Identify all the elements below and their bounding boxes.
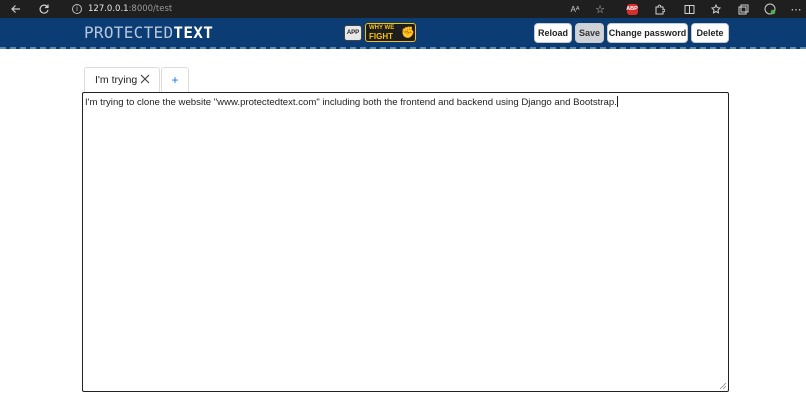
fist-icon: ✊ bbox=[401, 27, 415, 39]
tab-label: I'm trying bbox=[95, 74, 138, 86]
resize-grip-icon[interactable] bbox=[719, 382, 727, 390]
refresh-icon[interactable] bbox=[37, 2, 51, 16]
text-editor[interactable]: I'm trying to clone the website "www.pro… bbox=[82, 92, 729, 392]
back-arrow-icon[interactable] bbox=[9, 2, 23, 16]
fight-badge-line1: WHY WE bbox=[369, 25, 395, 31]
url-path: :8000/test bbox=[128, 4, 173, 14]
change-password-button[interactable]: Change password bbox=[607, 23, 688, 43]
editor-content: I'm trying to clone the website "www.pro… bbox=[85, 96, 618, 108]
logo-thin-text: PROTECTED bbox=[84, 23, 174, 42]
address-bar[interactable]: i 127.0.0.1:8000/test bbox=[72, 2, 172, 16]
browser-toolbar: i 127.0.0.1:8000/test Aᴬ ☆ ABP ⋯ bbox=[0, 0, 806, 18]
profile-icon[interactable] bbox=[763, 2, 777, 16]
logo-bold-text: TEXT bbox=[173, 23, 214, 42]
favorites-list-icon[interactable] bbox=[709, 2, 723, 16]
tab-im-trying[interactable]: I'm trying bbox=[84, 67, 160, 92]
why-we-fight-badge[interactable]: WHY WE FIGHT ✊ bbox=[365, 23, 416, 42]
save-button[interactable]: Save bbox=[575, 23, 604, 43]
split-screen-icon[interactable] bbox=[682, 2, 696, 16]
url-host: 127.0.0.1 bbox=[88, 4, 129, 14]
favorite-star-icon[interactable]: ☆ bbox=[593, 2, 607, 16]
adblock-extension-icon[interactable]: ABP bbox=[625, 2, 639, 16]
reload-button[interactable]: Reload bbox=[534, 23, 572, 43]
text-caret bbox=[616, 96, 618, 107]
extensions-puzzle-icon[interactable] bbox=[652, 2, 666, 16]
site-header: PROTECTEDTEXT APP WHY WE FIGHT ✊ Reload … bbox=[0, 18, 806, 49]
app-badge[interactable]: APP bbox=[344, 25, 362, 41]
site-logo[interactable]: PROTECTEDTEXT bbox=[84, 23, 213, 42]
delete-button[interactable]: Delete bbox=[691, 23, 729, 43]
read-aloud-icon[interactable]: Aᴬ bbox=[568, 2, 582, 16]
editor-text: I'm trying to clone the website "www.pro… bbox=[85, 97, 617, 108]
close-tab-icon[interactable] bbox=[139, 73, 151, 85]
collections-icon[interactable] bbox=[736, 2, 750, 16]
site-info-icon[interactable]: i bbox=[72, 4, 82, 14]
more-menu-icon[interactable]: ⋯ bbox=[789, 2, 803, 16]
fight-badge-line2: FIGHT bbox=[369, 32, 393, 41]
adblock-label: ABP bbox=[626, 3, 638, 15]
add-tab-button[interactable]: + bbox=[161, 67, 189, 92]
